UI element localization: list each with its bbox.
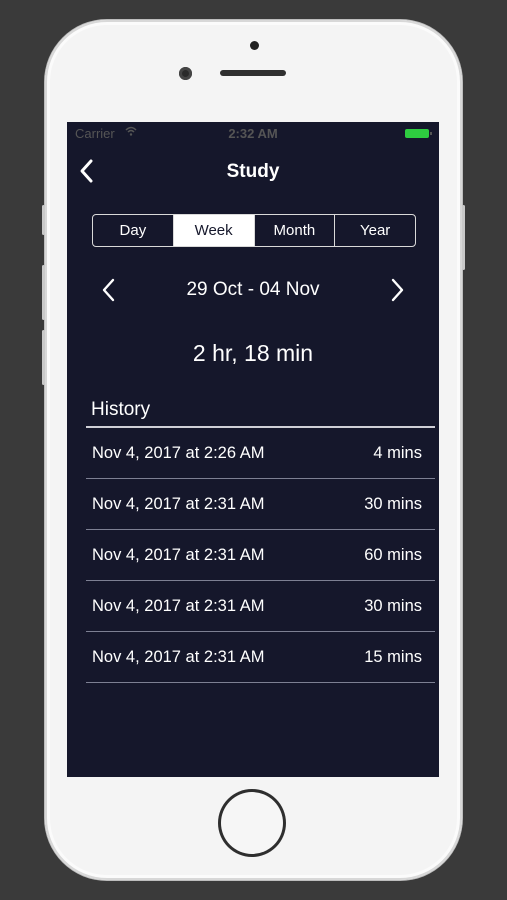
segment-year[interactable]: Year xyxy=(335,215,415,246)
proximity-sensor xyxy=(250,41,259,50)
navigation-bar: Study xyxy=(67,144,439,200)
segment-day[interactable]: Day xyxy=(93,215,174,246)
history-duration: 30 mins xyxy=(364,495,422,513)
home-button[interactable] xyxy=(221,792,283,854)
history-list: Nov 4, 2017 at 2:26 AM 4 mins Nov 4, 201… xyxy=(86,426,435,683)
front-camera xyxy=(179,67,192,80)
battery-icon xyxy=(405,129,432,138)
segment-week[interactable]: Week xyxy=(173,215,255,246)
history-date: Nov 4, 2017 at 2:31 AM xyxy=(92,597,265,615)
volume-down-button xyxy=(42,330,45,385)
history-date: Nov 4, 2017 at 2:26 AM xyxy=(92,444,265,462)
history-duration: 4 mins xyxy=(373,444,422,462)
history-duration: 30 mins xyxy=(364,597,422,615)
history-date: Nov 4, 2017 at 2:31 AM xyxy=(92,495,265,513)
period-segmented-control: Day Week Month Year xyxy=(92,214,416,247)
page-title: Study xyxy=(226,161,280,182)
history-row[interactable]: Nov 4, 2017 at 2:31 AM 30 mins xyxy=(86,581,435,632)
history-duration: 15 mins xyxy=(364,648,422,666)
history-date: Nov 4, 2017 at 2:31 AM xyxy=(92,648,265,666)
history-header: History xyxy=(91,399,151,420)
history-duration: 60 mins xyxy=(364,546,422,564)
power-button xyxy=(462,205,465,270)
volume-up-button xyxy=(42,265,45,320)
earpiece-speaker xyxy=(220,70,286,76)
history-row[interactable]: Nov 4, 2017 at 2:31 AM 30 mins xyxy=(86,479,435,530)
status-time: 2:32 AM xyxy=(228,126,278,141)
date-range-row: 29 Oct - 04 Nov xyxy=(67,268,439,308)
history-row[interactable]: Nov 4, 2017 at 2:31 AM 15 mins xyxy=(86,632,435,683)
status-bar: Carrier 2:32 AM xyxy=(67,122,439,144)
segment-month[interactable]: Month xyxy=(255,215,336,246)
history-date: Nov 4, 2017 at 2:31 AM xyxy=(92,546,265,564)
app-screen: Carrier 2:32 AM Study Day Week Month Yea… xyxy=(67,122,439,777)
date-range-label: 29 Oct - 04 Nov xyxy=(186,279,320,300)
mute-switch xyxy=(42,205,45,235)
total-duration: 2 hr, 18 min xyxy=(192,340,314,366)
history-row[interactable]: Nov 4, 2017 at 2:31 AM 60 mins xyxy=(86,530,435,581)
history-row[interactable]: Nov 4, 2017 at 2:26 AM 4 mins xyxy=(86,428,435,479)
next-range-chevron-icon[interactable] xyxy=(387,276,407,304)
